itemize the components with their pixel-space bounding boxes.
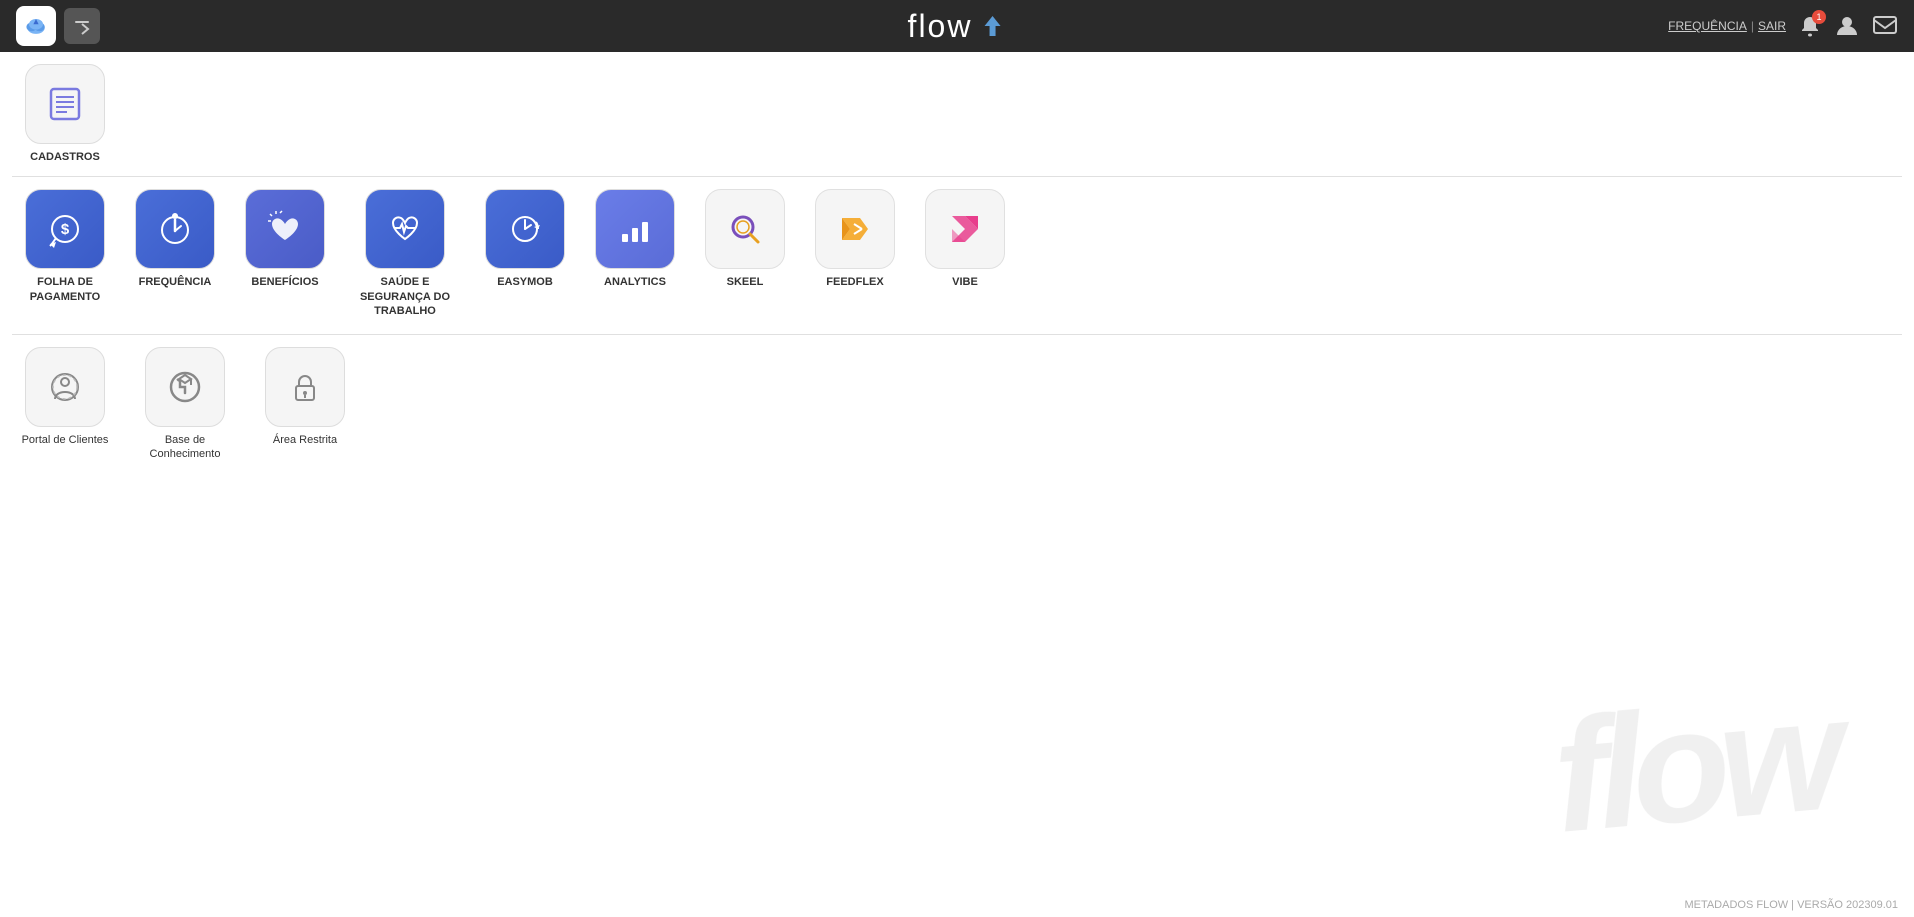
skeel-label: SKEEL [727, 275, 764, 289]
navigation-button[interactable] [64, 8, 100, 44]
module-frequencia[interactable]: FREQUÊNCIA [130, 189, 220, 289]
vibe-icon [925, 189, 1005, 269]
frequencia-label: FREQUÊNCIA [139, 275, 212, 289]
logo-button[interactable] [16, 6, 56, 46]
portal-grid: Portal de Clientes Base de Conhecimento [20, 347, 1894, 462]
svg-text:$: $ [61, 221, 70, 238]
module-skeel[interactable]: SKEEL [700, 189, 790, 289]
module-vibe[interactable]: VIBE [920, 189, 1010, 289]
cadastros-section: CADASTROS [0, 52, 1914, 176]
feedflex-icon [815, 189, 895, 269]
notification-button[interactable]: 1 [1798, 14, 1822, 38]
folha-pagamento-icon: $ [25, 189, 105, 269]
frequencia-link[interactable]: FREQUÊNCIA [1668, 19, 1747, 33]
user-profile-button[interactable] [1834, 13, 1860, 39]
cadastros-icon [25, 64, 105, 144]
saude-seguranca-label: SAÚDE E SEGURANÇA DO TRABALHO [350, 275, 460, 318]
frequencia-icon [135, 189, 215, 269]
sair-link[interactable]: SAIR [1758, 19, 1786, 33]
module-easymob[interactable]: EASYMOB [480, 189, 570, 289]
module-folha-pagamento[interactable]: $ FOLHA DE PAGAMENTO [20, 189, 110, 304]
cadastros-label: CADASTROS [30, 150, 100, 164]
module-beneficios[interactable]: BENEFÍCIOS [240, 189, 330, 289]
area-restrita-icon [265, 347, 345, 427]
cadastros-grid: CADASTROS [20, 64, 1894, 164]
header-links: FREQUÊNCIA | SAIR [1668, 19, 1786, 33]
easymob-label: EASYMOB [497, 275, 553, 289]
folha-pagamento-label: FOLHA DE PAGAMENTO [20, 275, 110, 304]
feedflex-label: FEEDFLEX [826, 275, 883, 289]
beneficios-icon [245, 189, 325, 269]
watermark: flow [1547, 661, 1842, 869]
header-left [16, 6, 100, 46]
skeel-icon [705, 189, 785, 269]
module-feedflex[interactable]: FEEDFLEX [810, 189, 900, 289]
header: flow FREQUÊNCIA | SAIR 1 [0, 0, 1914, 52]
link-separator: | [1751, 19, 1754, 33]
footer-text: METADADOS FLOW | VERSÃO 202309.01 [1684, 899, 1898, 911]
portal-clientes-icon [25, 347, 105, 427]
header-center: flow [908, 8, 1007, 45]
footer: METADADOS FLOW | VERSÃO 202309.01 [1668, 893, 1914, 917]
module-area-restrita[interactable]: Área Restrita [260, 347, 350, 447]
portal-clientes-label: Portal de Clientes [22, 433, 109, 447]
base-conhecimento-icon [145, 347, 225, 427]
easymob-icon [485, 189, 565, 269]
analytics-icon [595, 189, 675, 269]
apps-grid: $ FOLHA DE PAGAMENTO FREQUÊNCIA [20, 189, 1894, 318]
vibe-label: VIBE [952, 275, 978, 289]
analytics-label: ANALYTICS [604, 275, 666, 289]
messages-button[interactable] [1872, 13, 1898, 39]
saude-seguranca-icon [365, 189, 445, 269]
module-cadastros[interactable]: CADASTROS [20, 64, 110, 164]
notification-badge: 1 [1812, 10, 1826, 24]
portal-section: Portal de Clientes Base de Conhecimento [0, 335, 1914, 478]
module-saude-seguranca[interactable]: SAÚDE E SEGURANÇA DO TRABALHO [350, 189, 460, 318]
module-base-conhecimento[interactable]: Base de Conhecimento [130, 347, 240, 462]
apps-section: $ FOLHA DE PAGAMENTO FREQUÊNCIA [0, 177, 1914, 334]
base-conhecimento-label: Base de Conhecimento [130, 433, 240, 462]
module-portal-clientes[interactable]: Portal de Clientes [20, 347, 110, 447]
app-title: flow [908, 8, 973, 45]
header-right: FREQUÊNCIA | SAIR 1 [1668, 13, 1898, 39]
beneficios-label: BENEFÍCIOS [251, 275, 318, 289]
area-restrita-label: Área Restrita [273, 433, 337, 447]
module-analytics[interactable]: ANALYTICS [590, 189, 680, 289]
